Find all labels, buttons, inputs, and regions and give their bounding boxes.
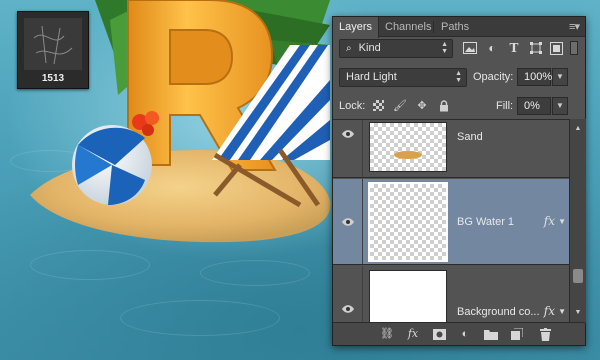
chevron-down-icon[interactable]: ▼ [558,217,566,226]
lock-transparent-icon[interactable] [371,99,385,113]
chevron-updown-icon: ▲ ▼ [441,41,448,55]
layer-row-background-color[interactable]: Background co... fx ▼ [333,266,569,323]
tab-channels[interactable]: Channels [379,17,437,37]
opacity-dropdown-icon[interactable]: ▼ [552,68,568,86]
visibility-column [333,266,363,323]
fill-input[interactable]: 0% [517,97,551,115]
chevron-updown-icon: ▲ ▼ [455,70,462,84]
eye-icon[interactable] [341,304,355,314]
type-filter-icon[interactable]: T [505,39,523,57]
scroll-up-icon[interactable]: ▲ [570,123,586,135]
shape-filter-icon[interactable] [527,39,545,57]
layer-thumbnail [369,270,447,323]
lock-label: Lock: [339,100,366,112]
opacity-label: Opacity: [473,71,514,83]
scroll-down-icon[interactable]: ▼ [570,307,586,319]
lock-all-icon[interactable] [437,99,451,113]
fx-icon[interactable]: fx [405,326,421,342]
layers-panel: Layers Channels Paths ≡▾ ⌕ Kind ▲ ▼ ◐ T H… [332,16,586,346]
new-group-icon[interactable] [483,326,499,342]
fill-label: Fill: [496,100,514,112]
add-mask-icon[interactable] [431,326,447,342]
layer-name[interactable]: BG Water 1 [457,216,514,228]
eye-icon[interactable] [341,129,355,139]
visibility-column [333,179,363,264]
layer-row-sand[interactable]: Sand [333,120,569,178]
thumbnail-label: 1513 [41,73,65,84]
layer-list: Sand BG Water 1 fx ▼ Background co... fx… [333,119,569,323]
thumbnail-preview [24,18,82,70]
filter-kind-label: Kind [358,42,381,54]
layer-row-bg-water[interactable]: BG Water 1 fx ▼ [333,179,569,265]
visibility-column [333,120,363,177]
tab-separator [433,21,434,33]
link-layers-icon[interactable]: ⛓ [379,326,395,342]
layer-thumbnail [369,122,447,172]
layer-thumbnail [368,182,448,262]
panel-footer: ⛓ fx ◐ [333,322,585,345]
panel-menu-icon[interactable]: ≡▾ [569,20,580,33]
smart-object-filter-icon[interactable] [547,39,565,57]
fx-icon[interactable]: fx [544,214,555,228]
layer-name[interactable]: Sand [457,131,483,143]
blend-mode-select[interactable]: Hard Light ▲ ▼ [339,68,467,87]
opacity-input[interactable]: 100% [517,68,552,86]
pixel-filter-icon[interactable] [461,39,479,57]
fx-icon[interactable]: fx [544,304,555,318]
scroll-thumb[interactable] [573,269,583,283]
layer-list-scrollbar[interactable]: ▲ ▼ [569,119,586,323]
lock-position-icon[interactable]: ✥ [415,99,429,113]
filter-toggle-icon[interactable] [565,39,583,57]
eye-icon[interactable] [341,217,355,227]
adjustment-layer-icon[interactable]: ◐ [457,326,473,342]
new-layer-icon[interactable] [509,326,525,342]
panel-tabbar: Layers Channels Paths ≡▾ [333,17,585,38]
layer-name[interactable]: Background co... [457,306,540,318]
fill-dropdown-icon[interactable]: ▼ [552,97,568,115]
tab-paths[interactable]: Paths [435,17,475,37]
lock-image-icon[interactable]: 🖌 [393,99,407,113]
chevron-down-icon[interactable]: ▼ [558,307,566,316]
search-icon: ⌕ [346,43,352,54]
filter-kind-select[interactable]: ⌕ Kind ▲ ▼ [339,39,453,58]
adjustment-filter-icon[interactable]: ◐ [483,39,501,57]
beach-ball [72,125,152,205]
navigator-thumbnail[interactable]: 1513 [17,11,89,89]
tab-layers[interactable]: Layers [333,17,380,38]
delete-icon[interactable] [537,326,553,342]
blend-mode-value: Hard Light [346,71,397,83]
